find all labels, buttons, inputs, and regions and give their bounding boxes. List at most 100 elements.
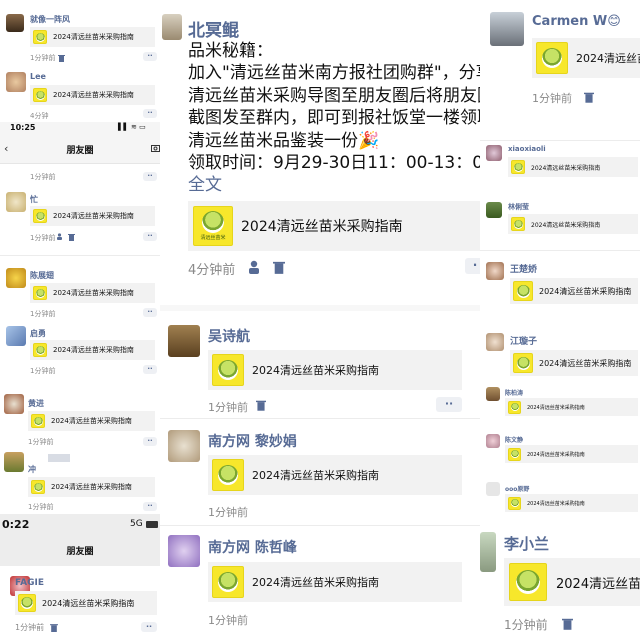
avatar[interactable]	[4, 452, 24, 472]
avatar[interactable]	[6, 72, 26, 92]
trash-icon[interactable]	[58, 54, 65, 62]
post-author[interactable]: 黄进	[28, 398, 44, 409]
post-author[interactable]: xiaoxiaoli	[508, 145, 546, 153]
link-card[interactable]: 2024清远丝苗米采购指南	[508, 157, 638, 177]
avatar[interactable]	[168, 535, 200, 567]
post-author[interactable]: FAGIE	[15, 578, 44, 588]
post-line-1: 品米秘籍：	[188, 41, 273, 61]
avatar[interactable]	[486, 262, 504, 280]
link-card[interactable]: 2024清远丝苗米采购指南	[30, 340, 155, 360]
post-author[interactable]: 江璇子	[510, 334, 537, 347]
post-author[interactable]: 启勇	[30, 328, 46, 339]
avatar[interactable]	[486, 145, 502, 161]
trash-icon[interactable]	[68, 233, 75, 241]
link-card[interactable]: 2024清远丝苗米采购指南	[510, 278, 638, 304]
more-dots-icon[interactable]: ··	[143, 172, 157, 181]
more-dots-icon[interactable]: ··	[143, 308, 157, 317]
trash-icon[interactable]	[273, 260, 285, 274]
post-line-2: 加入"清远丝苗米南方报社团购群"，分享	[188, 63, 480, 83]
rice-logo-icon	[212, 459, 244, 491]
link-card[interactable]: 2024清远丝苗米采购指南	[510, 350, 638, 376]
link-card[interactable]: 2024清远丝苗米采购指南	[504, 558, 640, 606]
trash-icon[interactable]	[562, 617, 573, 630]
more-dots-icon[interactable]: ··	[141, 622, 157, 632]
post-author[interactable]: 冲	[28, 464, 36, 475]
avatar[interactable]	[168, 430, 200, 462]
avatar[interactable]	[6, 326, 26, 346]
person-icon[interactable]	[247, 260, 261, 274]
more-dots-icon[interactable]: ··	[143, 232, 157, 241]
more-dots-icon[interactable]: ··	[143, 502, 157, 511]
rice-logo-icon	[33, 30, 47, 44]
card-title: 2024清远丝苗米采购指南	[527, 500, 585, 507]
link-card[interactable]: 2024清远丝苗米采购指南	[28, 477, 155, 497]
post-author[interactable]: 北冥鲲	[188, 16, 239, 41]
avatar[interactable]	[4, 394, 24, 414]
trash-icon[interactable]	[50, 623, 58, 632]
person-icon[interactable]	[56, 233, 63, 240]
post-author[interactable]: 林俐莹	[508, 202, 529, 212]
rice-logo-icon	[33, 209, 47, 223]
link-card[interactable]: 2024清远丝苗米采购指南	[30, 27, 155, 47]
link-card[interactable]: 2024清远丝苗米采购指南	[208, 562, 462, 602]
link-card[interactable]: 2024清远丝苗米采购指南	[28, 411, 155, 431]
nav-bar: ‹ 朋友圈	[0, 134, 160, 164]
camera-icon[interactable]	[151, 144, 160, 152]
avatar[interactable]	[6, 192, 26, 212]
link-card[interactable]: 2024清远丝苗米采购指南	[505, 494, 638, 512]
more-dots-icon[interactable]: ··	[143, 52, 157, 61]
more-dots-icon[interactable]: ··	[143, 365, 157, 374]
post-author[interactable]: 南方网 黎妙娟	[208, 431, 297, 451]
avatar[interactable]	[486, 482, 500, 496]
rice-logo-icon	[18, 594, 36, 612]
avatar[interactable]	[480, 532, 496, 572]
post-author[interactable]: Carmen W😊	[532, 14, 621, 29]
link-card[interactable]: 2024清远丝苗米采购指南	[532, 38, 640, 78]
link-card[interactable]: 清远丝苗米 2024清远丝苗米采购指南	[188, 201, 480, 251]
post-author[interactable]: Lee	[30, 72, 46, 81]
link-card[interactable]: 2024清远丝苗米采购指南	[15, 591, 157, 615]
avatar[interactable]	[490, 12, 524, 46]
link-card[interactable]: 2024清远丝苗米采购指南	[30, 206, 155, 226]
link-card[interactable]: 2024清远丝苗米采购指南	[208, 350, 462, 390]
avatar[interactable]	[486, 333, 504, 351]
avatar[interactable]	[168, 325, 200, 357]
more-dots-icon[interactable]: ·	[465, 258, 480, 274]
status-bar: 0:22 5G	[0, 514, 160, 536]
avatar[interactable]	[486, 387, 500, 401]
post-author[interactable]: 忙	[30, 194, 38, 205]
link-card[interactable]: 2024清远丝苗米采购指南	[505, 445, 638, 463]
rice-logo-icon	[511, 160, 525, 174]
post-author[interactable]: 陈柏涛	[505, 388, 523, 397]
more-dots-icon[interactable]: ··	[143, 109, 157, 118]
post-author[interactable]: 南方网 陈哲峰	[208, 537, 297, 557]
trash-icon[interactable]	[256, 399, 266, 411]
divider	[160, 525, 480, 526]
link-card[interactable]: 2024清远丝苗米采购指南	[30, 283, 155, 303]
post-author[interactable]: ooo原野	[505, 484, 529, 493]
post-author[interactable]: 王楚娇	[510, 262, 537, 275]
avatar[interactable]	[6, 268, 26, 288]
avatar[interactable]	[486, 202, 502, 218]
card-title: 2024清远丝苗米采购指南	[252, 469, 379, 482]
avatar[interactable]	[6, 14, 24, 32]
post-time: 1分钟前	[30, 310, 56, 318]
post-author[interactable]: 就像一阵风	[30, 14, 70, 25]
more-dots-icon[interactable]: ··	[436, 397, 462, 412]
link-card[interactable]: 2024清远丝苗米采购指南	[508, 214, 638, 234]
full-text-link[interactable]: 全文	[188, 174, 222, 197]
post-author[interactable]: 陈展翅	[30, 270, 54, 281]
post-author[interactable]: 陈文静	[505, 435, 523, 444]
avatar[interactable]	[162, 14, 182, 40]
post-author[interactable]: 李小兰	[504, 533, 549, 554]
more-dots-icon[interactable]: ··	[143, 437, 157, 446]
link-card[interactable]: 2024清远丝苗米采购指南	[505, 398, 638, 416]
link-card[interactable]: 2024清远丝苗米采购指南	[208, 455, 462, 495]
avatar[interactable]	[486, 434, 500, 448]
post-author[interactable]: 吴诗航	[208, 326, 250, 346]
trash-icon[interactable]	[584, 91, 594, 103]
rice-logo-icon	[508, 447, 521, 461]
rice-logo-icon	[513, 281, 533, 301]
rice-logo-icon	[33, 343, 47, 357]
link-card[interactable]: 2024清远丝苗米采购指南	[30, 85, 155, 105]
